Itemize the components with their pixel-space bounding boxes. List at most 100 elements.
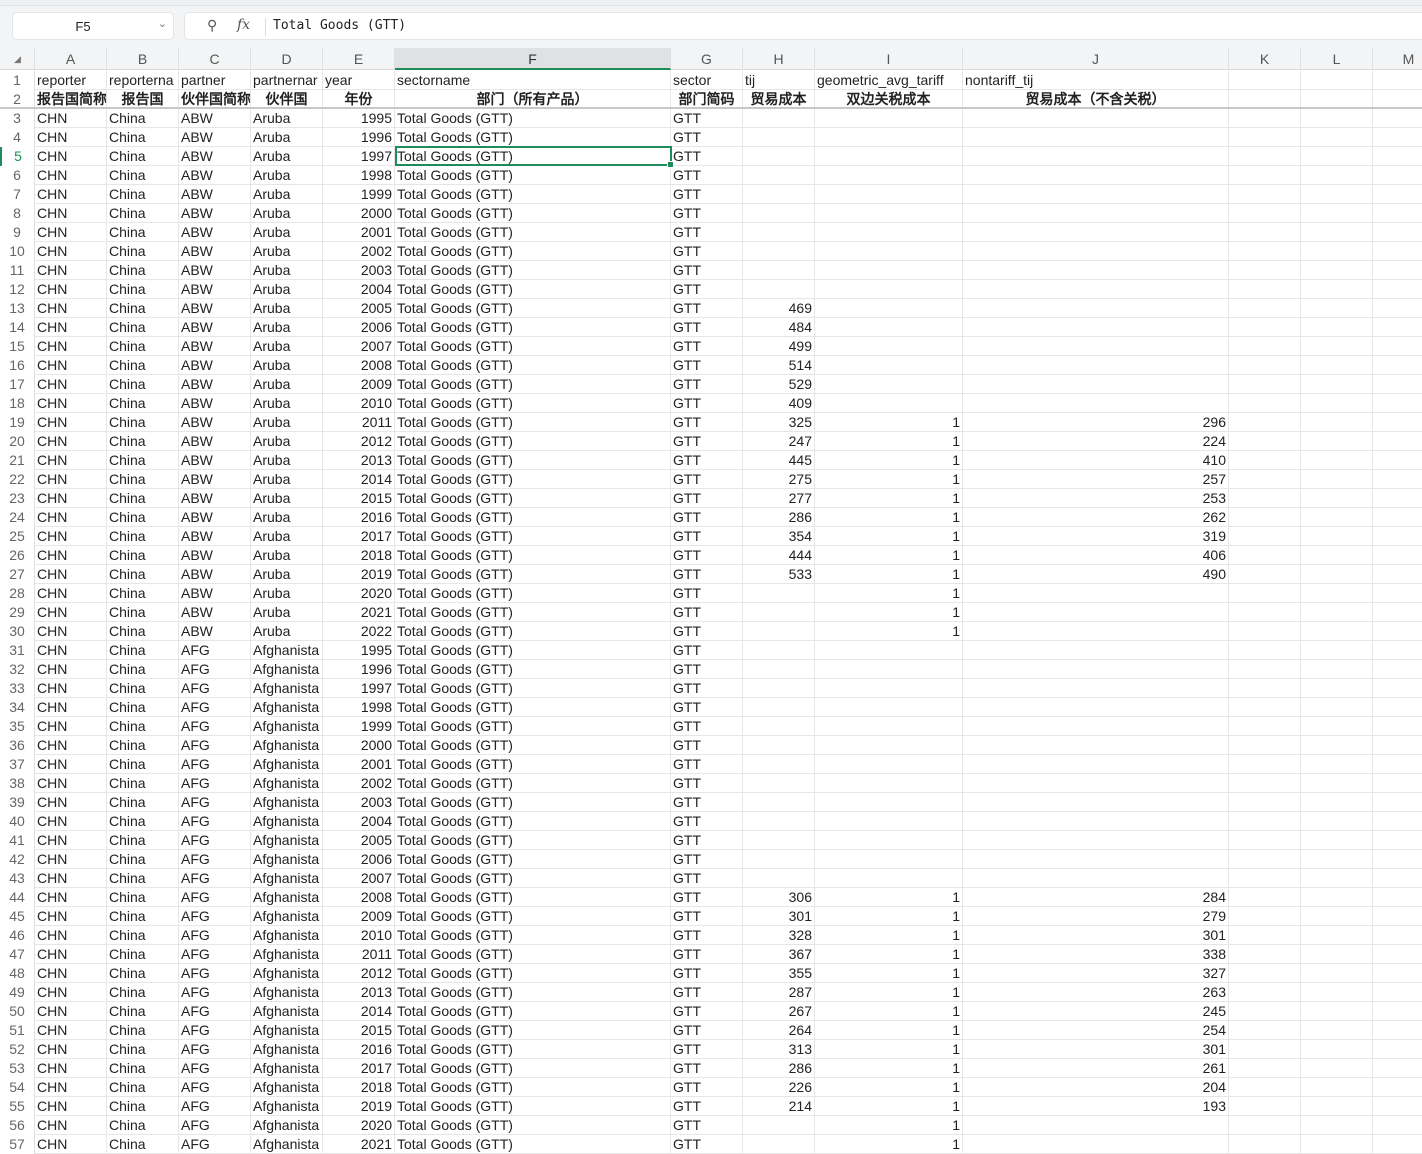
cell-e41[interactable]: 2005 <box>323 831 395 850</box>
cell-b46[interactable]: China <box>107 926 179 945</box>
cell-b45[interactable]: China <box>107 907 179 926</box>
cell-c26[interactable]: ABW <box>179 546 251 565</box>
cell-j23[interactable]: 253 <box>963 489 1229 508</box>
cell-d17[interactable]: Aruba <box>251 375 323 394</box>
cell-i7[interactable] <box>815 185 963 204</box>
cell-i41[interactable] <box>815 831 963 850</box>
cell-l30[interactable] <box>1301 622 1373 641</box>
cell-g22[interactable]: GTT <box>671 470 743 489</box>
cell-f35[interactable]: Total Goods (GTT) <box>395 717 671 736</box>
cell-e32[interactable]: 1996 <box>323 660 395 679</box>
cell-k46[interactable] <box>1229 926 1301 945</box>
cell-m39[interactable] <box>1373 793 1422 812</box>
cell-f49[interactable]: Total Goods (GTT) <box>395 983 671 1002</box>
cell-k37[interactable] <box>1229 755 1301 774</box>
cell-a3[interactable]: CHN <box>35 109 107 128</box>
cell-f11[interactable]: Total Goods (GTT) <box>395 261 671 280</box>
cell-b57[interactable]: China <box>107 1135 179 1154</box>
cell-h48[interactable]: 355 <box>743 964 815 983</box>
cell-b6[interactable]: China <box>107 166 179 185</box>
cell-g39[interactable]: GTT <box>671 793 743 812</box>
cell-j20[interactable]: 224 <box>963 432 1229 451</box>
row-header[interactable]: 10 <box>0 242 35 261</box>
cell-g5[interactable]: GTT <box>671 147 743 166</box>
cell-i5[interactable] <box>815 147 963 166</box>
cell-h36[interactable] <box>743 736 815 755</box>
cell-f6[interactable]: Total Goods (GTT) <box>395 166 671 185</box>
cell-i26[interactable]: 1 <box>815 546 963 565</box>
cell-j1[interactable]: nontariff_tij <box>963 71 1229 90</box>
cell-e31[interactable]: 1995 <box>323 641 395 660</box>
cell-b10[interactable]: China <box>107 242 179 261</box>
cell-e52[interactable]: 2016 <box>323 1040 395 1059</box>
cell-a53[interactable]: CHN <box>35 1059 107 1078</box>
row-header[interactable]: 1 <box>0 71 35 90</box>
cell-j37[interactable] <box>963 755 1229 774</box>
row-header[interactable]: 16 <box>0 356 35 375</box>
cell-i56[interactable]: 1 <box>815 1116 963 1135</box>
cell-f21[interactable]: Total Goods (GTT) <box>395 451 671 470</box>
cell-j15[interactable] <box>963 337 1229 356</box>
cell-c34[interactable]: AFG <box>179 698 251 717</box>
cell-f29[interactable]: Total Goods (GTT) <box>395 603 671 622</box>
cell-a45[interactable]: CHN <box>35 907 107 926</box>
cell-e55[interactable]: 2019 <box>323 1097 395 1116</box>
cell-h18[interactable]: 409 <box>743 394 815 413</box>
cell-a10[interactable]: CHN <box>35 242 107 261</box>
cell-m53[interactable] <box>1373 1059 1422 1078</box>
cell-g26[interactable]: GTT <box>671 546 743 565</box>
cell-f46[interactable]: Total Goods (GTT) <box>395 926 671 945</box>
cell-d48[interactable]: Afghanista <box>251 964 323 983</box>
cell-g13[interactable]: GTT <box>671 299 743 318</box>
cell-e10[interactable]: 2002 <box>323 242 395 261</box>
cell-g42[interactable]: GTT <box>671 850 743 869</box>
cell-f31[interactable]: Total Goods (GTT) <box>395 641 671 660</box>
cell-l54[interactable] <box>1301 1078 1373 1097</box>
cell-f44[interactable]: Total Goods (GTT) <box>395 888 671 907</box>
cell-l50[interactable] <box>1301 1002 1373 1021</box>
cell-b16[interactable]: China <box>107 356 179 375</box>
cell-j12[interactable] <box>963 280 1229 299</box>
cell-h13[interactable]: 469 <box>743 299 815 318</box>
cell-b43[interactable]: China <box>107 869 179 888</box>
cell-j7[interactable] <box>963 185 1229 204</box>
cell-a19[interactable]: CHN <box>35 413 107 432</box>
cell-l36[interactable] <box>1301 736 1373 755</box>
cell-c24[interactable]: ABW <box>179 508 251 527</box>
cell-f19[interactable]: Total Goods (GTT) <box>395 413 671 432</box>
cell-h23[interactable]: 277 <box>743 489 815 508</box>
cell-e33[interactable]: 1997 <box>323 679 395 698</box>
cell-c44[interactable]: AFG <box>179 888 251 907</box>
cell-g40[interactable]: GTT <box>671 812 743 831</box>
cell-f13[interactable]: Total Goods (GTT) <box>395 299 671 318</box>
cell-e42[interactable]: 2006 <box>323 850 395 869</box>
row-header[interactable]: 33 <box>0 679 35 698</box>
cell-b52[interactable]: China <box>107 1040 179 1059</box>
row-header[interactable]: 13 <box>0 299 35 318</box>
column-header-l[interactable]: L <box>1301 48 1373 70</box>
cell-b13[interactable]: China <box>107 299 179 318</box>
cell-l29[interactable] <box>1301 603 1373 622</box>
cell-b19[interactable]: China <box>107 413 179 432</box>
cell-f27[interactable]: Total Goods (GTT) <box>395 565 671 584</box>
cell-e18[interactable]: 2010 <box>323 394 395 413</box>
formula-input[interactable]: ⚲ fx Total Goods (GTT) <box>184 12 1422 40</box>
cell-l47[interactable] <box>1301 945 1373 964</box>
cell-m1[interactable] <box>1373 71 1422 90</box>
cell-f8[interactable]: Total Goods (GTT) <box>395 204 671 223</box>
cell-a55[interactable]: CHN <box>35 1097 107 1116</box>
cell-j9[interactable] <box>963 223 1229 242</box>
cell-c18[interactable]: ABW <box>179 394 251 413</box>
cell-d13[interactable]: Aruba <box>251 299 323 318</box>
cell-j49[interactable]: 263 <box>963 983 1229 1002</box>
cell-f41[interactable]: Total Goods (GTT) <box>395 831 671 850</box>
row-header[interactable]: 36 <box>0 736 35 755</box>
cell-e19[interactable]: 2011 <box>323 413 395 432</box>
column-header-m[interactable]: M <box>1373 48 1422 70</box>
cell-c14[interactable]: ABW <box>179 318 251 337</box>
column-header-h[interactable]: H <box>743 48 815 70</box>
cell-b56[interactable]: China <box>107 1116 179 1135</box>
cell-i20[interactable]: 1 <box>815 432 963 451</box>
cell-h15[interactable]: 499 <box>743 337 815 356</box>
cell-d25[interactable]: Aruba <box>251 527 323 546</box>
